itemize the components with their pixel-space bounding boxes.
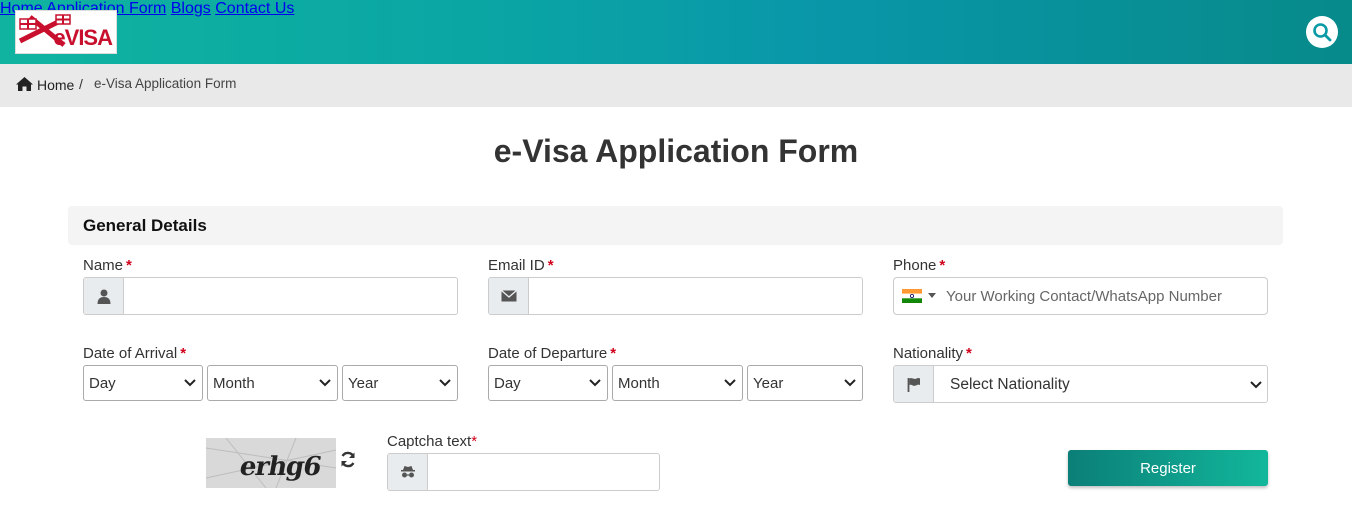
flag-icon bbox=[907, 377, 920, 392]
country-code-dropdown[interactable] bbox=[902, 289, 936, 303]
nationality-input-group: Select Nationality bbox=[893, 365, 1268, 403]
departure-day-value: Day bbox=[494, 375, 521, 392]
arrival-month-select[interactable]: Month bbox=[207, 365, 338, 401]
departure-label: Date of Departure * bbox=[488, 345, 616, 362]
nationality-value: Select Nationality bbox=[950, 376, 1070, 393]
required-mark: * bbox=[966, 345, 972, 362]
arrival-day-value: Day bbox=[89, 375, 116, 392]
chevron-down-icon bbox=[1250, 381, 1262, 389]
register-button[interactable]: Register bbox=[1068, 450, 1268, 486]
chevron-down-icon bbox=[439, 379, 451, 387]
india-flag-icon bbox=[902, 289, 922, 303]
search-icon bbox=[1313, 23, 1332, 42]
nationality-label: Nationality * bbox=[893, 345, 972, 362]
user-icon bbox=[97, 289, 110, 304]
required-mark: * bbox=[939, 257, 946, 274]
breadcrumb-current: e-Visa Application Form bbox=[94, 76, 237, 91]
required-mark: * bbox=[180, 345, 187, 362]
phone-input-group bbox=[893, 277, 1268, 315]
captcha-image-text: erhg6 bbox=[237, 452, 324, 482]
breadcrumb: Home / e-Visa Application Form bbox=[0, 64, 1352, 107]
chevron-down-icon bbox=[844, 379, 856, 387]
chevron-down-icon bbox=[184, 379, 196, 387]
evisa-logo[interactable]: eVISA bbox=[15, 10, 117, 54]
arrival-day-select[interactable]: Day bbox=[83, 365, 203, 401]
phone-label: Phone * bbox=[893, 257, 945, 274]
captcha-addon bbox=[388, 454, 428, 490]
arrival-year-select[interactable]: Year bbox=[342, 365, 458, 401]
captcha-label-text: Captcha text bbox=[387, 433, 472, 450]
captcha-image: erhg6 bbox=[206, 438, 336, 488]
phone-input[interactable] bbox=[936, 278, 1267, 314]
arrival-year-value: Year bbox=[348, 375, 379, 392]
departure-month-select[interactable]: Month bbox=[612, 365, 743, 401]
breadcrumb-separator: / bbox=[79, 76, 83, 92]
refresh-icon[interactable] bbox=[340, 451, 356, 468]
nav-contact-us[interactable]: Contact Us bbox=[215, 0, 294, 17]
name-label-text: Name bbox=[83, 257, 124, 274]
incognito-icon bbox=[400, 466, 415, 478]
captcha-label: Captcha text* bbox=[387, 433, 477, 450]
nav-blogs[interactable]: Blogs bbox=[171, 0, 211, 17]
nationality-addon bbox=[894, 366, 934, 402]
envelope-icon bbox=[500, 290, 517, 302]
departure-day-select[interactable]: Day bbox=[488, 365, 608, 401]
required-mark: * bbox=[547, 257, 554, 274]
top-navbar: eVISA Home Application Form Blogs Contac… bbox=[0, 0, 1352, 64]
section-title: General Details bbox=[83, 216, 207, 235]
general-details-header: General Details bbox=[68, 206, 1283, 245]
arrival-month-value: Month bbox=[213, 375, 255, 392]
arrival-label-text: Date of Arrival bbox=[83, 345, 178, 362]
page-title: e-Visa Application Form bbox=[493, 133, 859, 169]
email-input-group bbox=[488, 277, 863, 315]
departure-year-select[interactable]: Year bbox=[747, 365, 863, 401]
name-input-group bbox=[83, 277, 458, 315]
home-icon bbox=[16, 77, 33, 91]
breadcrumb-home-link[interactable]: Home bbox=[37, 77, 74, 93]
nationality-select[interactable]: Select Nationality bbox=[935, 366, 1267, 402]
departure-month-value: Month bbox=[618, 375, 660, 392]
search-button[interactable] bbox=[1306, 16, 1338, 48]
name-label: Name * bbox=[83, 257, 132, 274]
phone-label-text: Phone bbox=[893, 257, 937, 274]
caret-down-icon bbox=[928, 293, 936, 298]
email-input[interactable] bbox=[530, 278, 862, 314]
captcha-input[interactable] bbox=[429, 454, 659, 490]
name-addon bbox=[84, 278, 124, 314]
departure-label-text: Date of Departure bbox=[488, 345, 608, 362]
captcha-input-group bbox=[387, 453, 660, 491]
email-addon bbox=[489, 278, 529, 314]
email-label-text: Email ID bbox=[488, 257, 545, 274]
arrival-label: Date of Arrival * bbox=[83, 345, 186, 362]
required-mark: * bbox=[471, 433, 478, 450]
nationality-label-text: Nationality bbox=[893, 345, 964, 362]
required-mark: * bbox=[610, 345, 617, 362]
email-label: Email ID * bbox=[488, 257, 554, 274]
departure-year-value: Year bbox=[753, 375, 784, 392]
logo-text: eVISA bbox=[53, 25, 113, 50]
chevron-down-icon bbox=[589, 379, 601, 387]
required-mark: * bbox=[126, 257, 132, 274]
chevron-down-icon bbox=[319, 379, 331, 387]
name-input[interactable] bbox=[125, 278, 457, 314]
chevron-down-icon bbox=[724, 379, 736, 387]
